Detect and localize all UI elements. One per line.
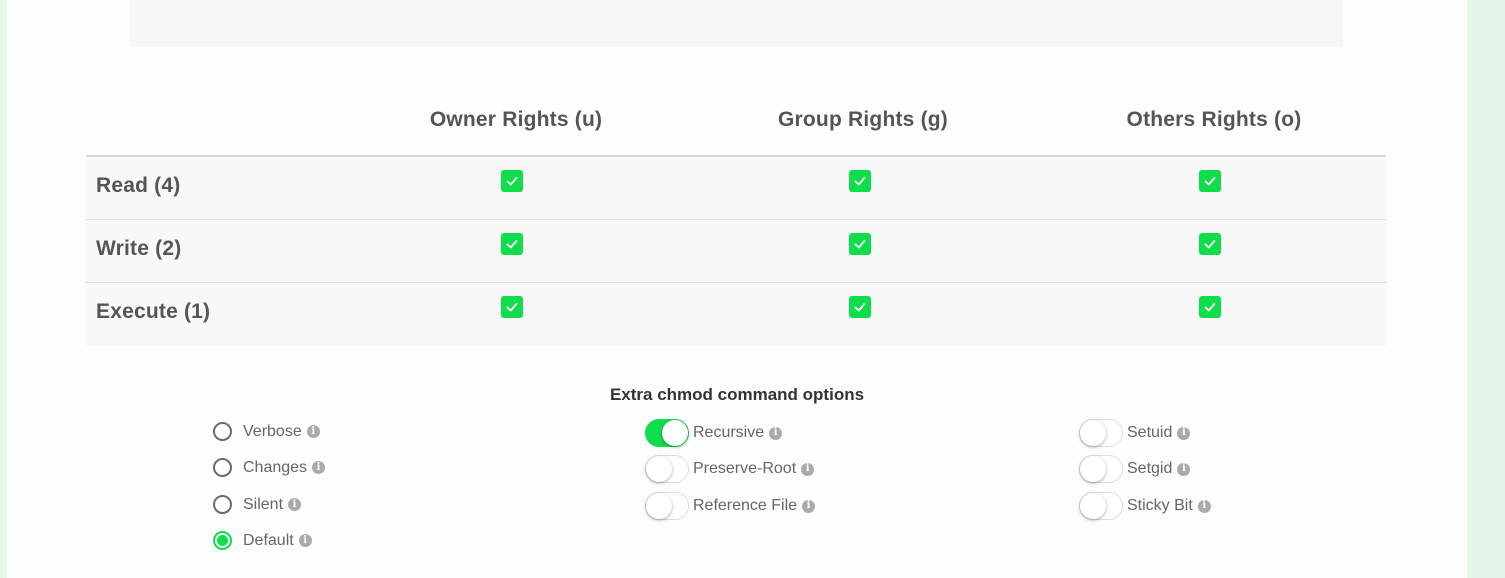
reference-file-toggle-switch[interactable] [645, 492, 689, 520]
check-icon [854, 302, 866, 312]
option-label: Changes [243, 458, 308, 476]
info-icon[interactable]: i [288, 498, 302, 511]
toggle-option-preserve-root[interactable]: Preserve-Root i [645, 455, 815, 483]
options-title: Extra chmod command options [609, 385, 865, 404]
check-icon [854, 239, 866, 249]
option-label: Sticky Bit [1127, 497, 1193, 514]
check-icon [1204, 239, 1216, 249]
checkbox-read-owner[interactable] [501, 170, 523, 192]
toggle-knob [662, 420, 688, 446]
option-label: Reference File [693, 497, 798, 514]
info-icon[interactable]: i [802, 499, 816, 513]
info-icon[interactable]: i [298, 534, 312, 547]
checkbox-execute-others[interactable] [1199, 296, 1221, 318]
top-content-area [130, 0, 1343, 47]
info-icon[interactable]: i [801, 462, 815, 476]
option-label: Recursive [693, 424, 765, 441]
toggle-knob [646, 493, 672, 519]
permissions-table: Owner Rights (u) Group Rights (g) Others… [86, 86, 1386, 346]
toggle-option-setuid[interactable]: Setuid i [1079, 419, 1191, 447]
check-icon [1204, 302, 1216, 312]
info-icon[interactable]: i [1177, 462, 1191, 476]
radio-button-selected[interactable] [213, 531, 232, 550]
info-icon[interactable]: i [306, 425, 320, 438]
header-owner-rights: Owner Rights (u) [429, 108, 603, 131]
radio-option-silent[interactable]: Silent i [213, 495, 302, 514]
option-label: Setgid [1127, 460, 1173, 477]
checkbox-execute-group[interactable] [849, 296, 871, 318]
check-icon [506, 176, 518, 186]
check-icon [1204, 176, 1216, 186]
toggle-knob [1080, 493, 1106, 519]
check-icon [854, 176, 866, 186]
recursive-toggle-switch[interactable] [645, 419, 689, 447]
checkbox-read-group[interactable] [849, 170, 871, 192]
toggle-option-setgid[interactable]: Setgid i [1079, 455, 1191, 483]
toggle-option-recursive[interactable]: Recursive i [645, 419, 783, 447]
header-group-rights: Group Rights (g) [777, 108, 949, 131]
toggle-option-reference-file[interactable]: Reference File i [645, 492, 816, 520]
radio-option-changes[interactable]: Changes i [213, 458, 326, 477]
toggle-knob [1080, 420, 1106, 446]
option-label: Setuid [1127, 424, 1173, 441]
check-icon [506, 239, 518, 249]
checkbox-execute-owner[interactable] [501, 296, 523, 318]
checkbox-read-others[interactable] [1199, 170, 1221, 192]
option-label: Verbose [243, 422, 302, 440]
info-icon[interactable]: i [1197, 499, 1211, 513]
header-others-rights: Others Rights (o) [1126, 108, 1302, 131]
checkbox-write-group[interactable] [849, 233, 871, 255]
option-label: Preserve-Root [693, 460, 797, 477]
toggle-option-sticky-bit[interactable]: Sticky Bit i [1079, 492, 1211, 520]
table-header: Owner Rights (u) Group Rights (g) Others… [86, 86, 1386, 157]
option-label: Default [243, 531, 294, 549]
radio-button[interactable] [213, 422, 232, 441]
checkbox-write-owner[interactable] [501, 233, 523, 255]
sticky-bit-toggle-switch[interactable] [1079, 492, 1123, 520]
setgid-toggle-switch[interactable] [1079, 455, 1123, 483]
row-label: Execute (1) [96, 300, 211, 323]
toggle-knob [1080, 456, 1106, 482]
info-icon[interactable]: i [312, 461, 326, 474]
main-panel: Owner Rights (u) Group Rights (g) Others… [7, 0, 1467, 578]
radio-option-default[interactable]: Default i [213, 531, 312, 550]
setuid-toggle-switch[interactable] [1079, 419, 1123, 447]
row-label: Write (2) [96, 237, 182, 260]
row-label: Read (4) [96, 174, 181, 197]
info-icon[interactable]: i [1177, 426, 1191, 440]
info-icon[interactable]: i [769, 426, 783, 440]
radio-button[interactable] [213, 495, 232, 514]
preserve-root-toggle-switch[interactable] [645, 455, 689, 483]
toggle-knob [646, 456, 672, 482]
table-row-execute: Execute (1) [86, 283, 1386, 346]
check-icon [506, 302, 518, 312]
table-row-write: Write (2) [86, 220, 1386, 283]
checkbox-write-others[interactable] [1199, 233, 1221, 255]
option-label: Silent [243, 495, 284, 513]
radio-button[interactable] [213, 458, 232, 477]
radio-option-verbose[interactable]: Verbose i [213, 422, 320, 441]
table-row-read: Read (4) [86, 157, 1386, 220]
